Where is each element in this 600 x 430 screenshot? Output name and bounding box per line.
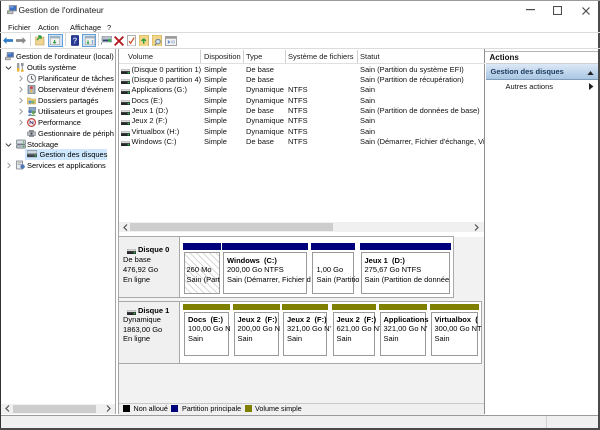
svg-text:?: ? xyxy=(72,36,77,45)
